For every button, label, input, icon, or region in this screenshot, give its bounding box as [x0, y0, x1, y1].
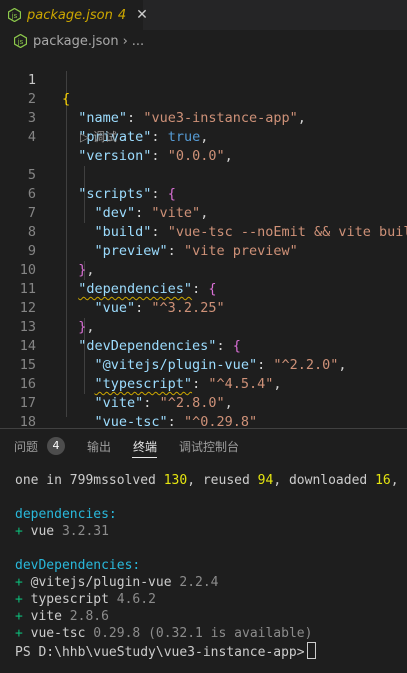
node-json-icon: js	[8, 8, 21, 22]
tab-output[interactable]: 输出	[87, 438, 111, 455]
terminal-devdeps-header: devDependencies:	[15, 558, 141, 573]
code-line: 18 }	[0, 394, 407, 428]
svg-text:js: js	[17, 38, 24, 46]
tab-problems[interactable]: 问题	[14, 438, 38, 455]
tab-problems-badge: 4	[117, 7, 127, 23]
terminal-deps-header: dependencies:	[15, 507, 117, 522]
code-line: 14 "@vitejs/plugin-vue": "^2.2.0",	[0, 318, 407, 373]
code-line: 3 "private": true,	[0, 90, 407, 145]
code-line: 2 "name": "vue3-instance-app",	[0, 71, 407, 126]
code-line: 1 {	[0, 52, 407, 107]
editor-tab-bar: js package.json 4 ✕	[0, 0, 407, 30]
breadcrumb: js package.json › ...	[0, 30, 407, 52]
terminal-prompt: PS D:\hhb\vueStudy\vue3-instance-app>	[15, 642, 316, 660]
code-line: 16 "vite": "^2.8.0",	[0, 356, 407, 411]
tab-terminal[interactable]: 终端	[133, 438, 157, 455]
tab-debug-console[interactable]: 调试控制台	[179, 438, 239, 455]
code-line: 19 }	[0, 413, 407, 428]
node-json-icon: js	[14, 34, 28, 48]
panel-tab-bar: 问题 4 输出 终端 调试控制台	[0, 429, 407, 463]
active-tab-indicator	[132, 457, 157, 458]
terminal-output[interactable]: one in 799mssolved 130, reused 94, downl…	[0, 463, 407, 673]
code-line: 15 "typescript": "^4.5.4",	[0, 337, 407, 392]
tab-package-json[interactable]: js package.json 4 ✕	[0, 0, 148, 30]
code-line: 11 "vue": "^3.2.25"	[0, 261, 407, 316]
code-line: 7 "build": "vue-tsc --noEmit && vite bui…	[0, 185, 407, 240]
breadcrumb-file[interactable]: package.json	[33, 34, 119, 49]
terminal-line: one in 799mssolved 130, reused 94, downl…	[15, 473, 407, 488]
code-line: 5 "scripts": {	[0, 147, 407, 202]
terminal-line: + vite 2.8.6	[15, 609, 109, 624]
code-line: 9 },	[0, 223, 407, 278]
code-line: 17 "vue-tsc": "^0.29.8"	[0, 375, 407, 428]
code-line: 13 "devDependencies": {	[0, 299, 407, 354]
problems-count-badge: 4	[47, 437, 65, 455]
vscode-window: js package.json 4 ✕ js package.json › ..…	[0, 0, 407, 673]
code-line: 10 "dependencies": {	[0, 242, 407, 297]
line-number: 4	[27, 129, 36, 145]
breadcrumb-more[interactable]: ...	[132, 34, 144, 49]
code-line: 6 "dev": "vite",	[0, 166, 407, 221]
chevron-right-icon: ›	[122, 33, 128, 49]
code-editor[interactable]: 1 { 2 "name": "vue3-instance-app", 3 "pr…	[0, 52, 407, 428]
close-icon[interactable]: ✕	[136, 7, 148, 23]
terminal-line: + vue 3.2.31	[15, 524, 109, 539]
tab-title: package.json	[27, 7, 113, 23]
terminal-cursor	[306, 642, 316, 659]
terminal-line: + typescript 4.6.2	[15, 592, 156, 607]
terminal-line: + @vitejs/plugin-vue 2.2.4	[15, 575, 219, 590]
debug-codelens[interactable]: ▷ 调试	[80, 128, 117, 147]
code-line: 4 "version": "0.0.0",	[0, 109, 407, 164]
code-line: 8 "preview": "vite preview"	[0, 204, 407, 259]
code-line: 12 },	[0, 280, 407, 335]
terminal-line: + vue-tsc 0.29.8 (0.32.1 is available)	[15, 626, 313, 641]
svg-text:js: js	[11, 12, 18, 20]
